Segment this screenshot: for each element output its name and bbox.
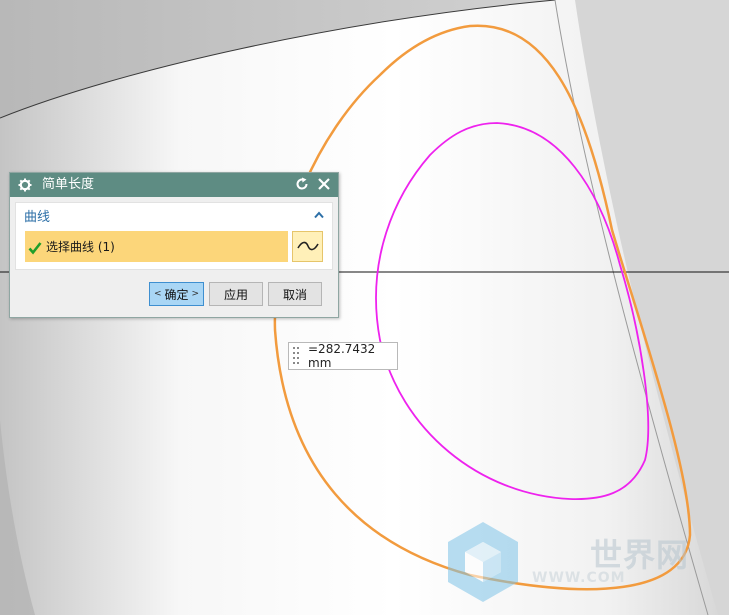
ok-label: 确定: [164, 287, 189, 302]
watermark: 世界网 WWW.COM: [440, 518, 720, 608]
apply-button[interactable]: 应用: [209, 282, 263, 306]
gear-icon[interactable]: [16, 176, 34, 194]
curve-group-title: 曲线: [24, 210, 51, 225]
close-icon[interactable]: [316, 176, 332, 192]
ok-suffix: >: [191, 289, 200, 299]
curve-group: 曲线 选择曲线 (1): [15, 202, 333, 270]
measurement-tooltip[interactable]: =282.7432 mm: [288, 342, 398, 370]
cancel-button[interactable]: 取消: [268, 282, 322, 306]
select-curve-label: 选择曲线 (1): [46, 240, 115, 254]
ok-prefix: <: [153, 289, 162, 299]
drag-grip-icon[interactable]: [292, 345, 300, 367]
curve-group-header[interactable]: 曲线: [16, 203, 332, 227]
reset-icon[interactable]: [294, 176, 310, 192]
curve-icon: [296, 237, 319, 256]
watermark-subtext: WWW.COM: [532, 570, 626, 586]
watermark-logo-icon: [444, 520, 522, 604]
dialog-title: 简单长度: [42, 177, 95, 192]
checkmark-icon: [28, 240, 42, 255]
ok-button[interactable]: < 确定 >: [149, 282, 204, 306]
curve-selector-button[interactable]: [292, 231, 323, 262]
dialog-titlebar[interactable]: 简单长度: [10, 173, 338, 197]
select-curve-row[interactable]: 选择曲线 (1): [25, 231, 288, 262]
measurement-value: =282.7432 mm: [308, 342, 376, 370]
simple-length-dialog: 简单长度 曲线 选择曲线 (1) < 确定 > 应用 取消: [9, 172, 339, 318]
chevron-up-icon[interactable]: [312, 207, 326, 221]
